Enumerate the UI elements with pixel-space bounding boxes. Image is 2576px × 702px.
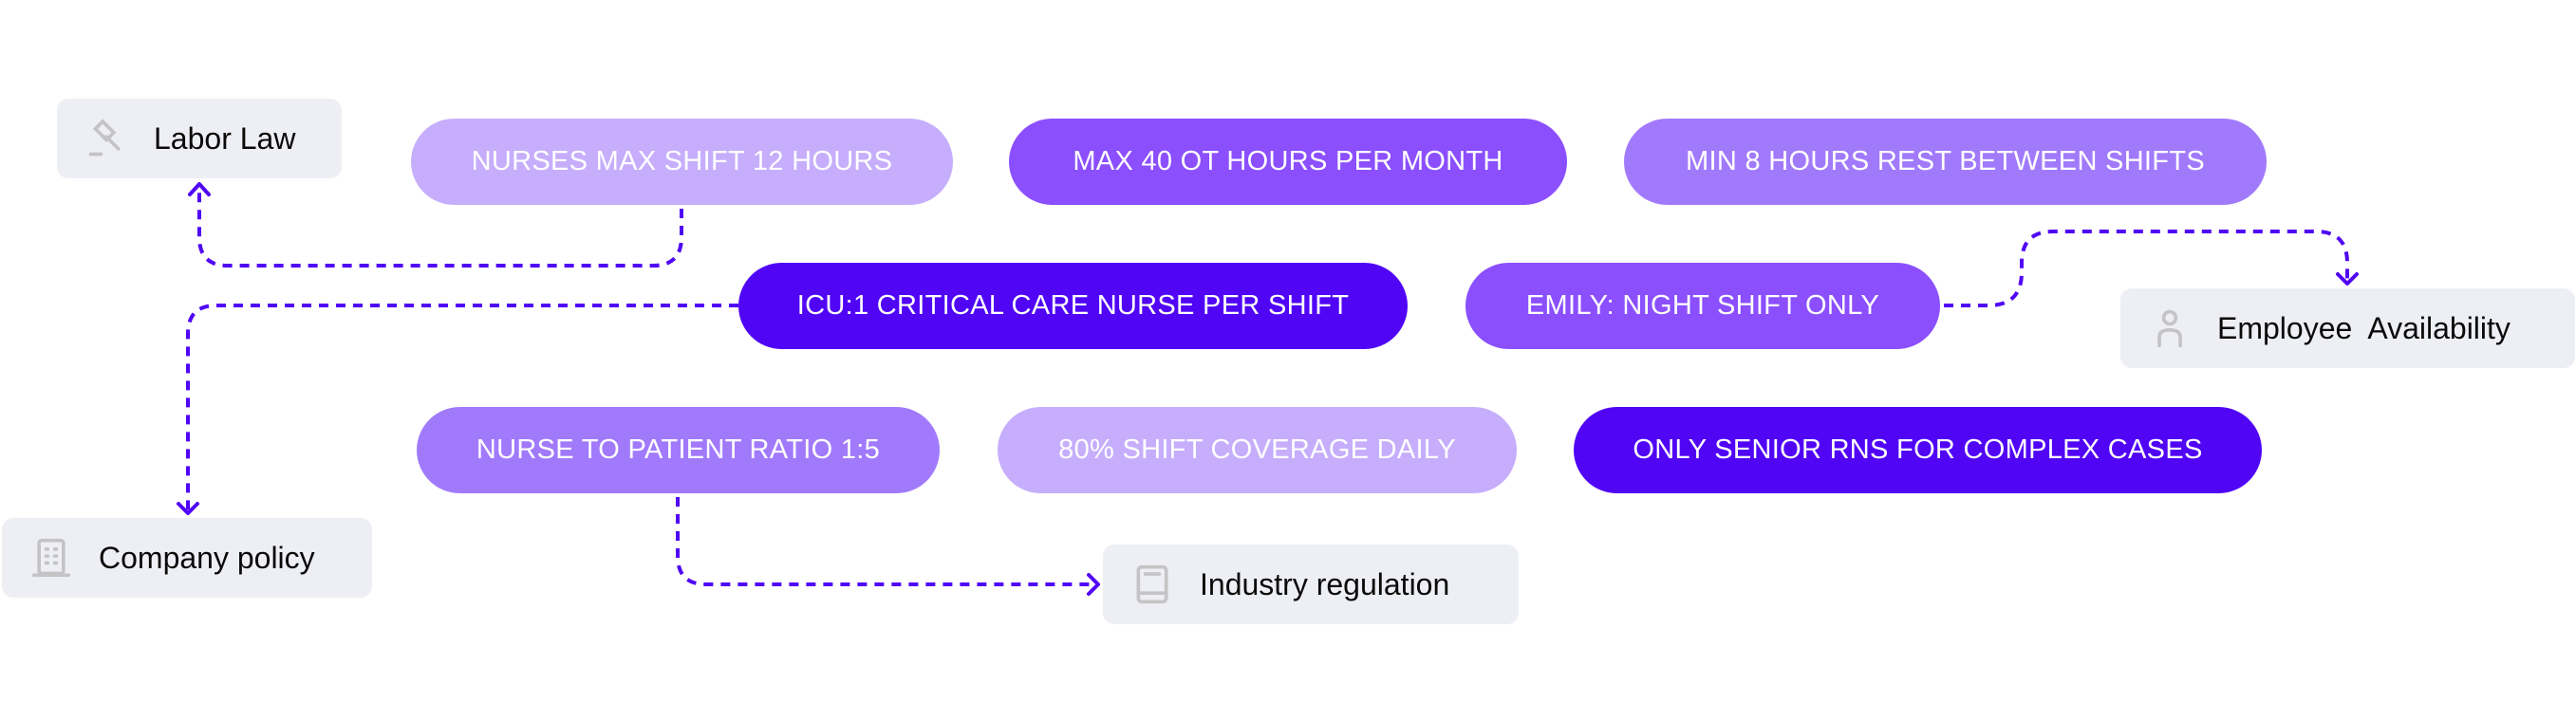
source-employee-availability[interactable]: Employee Availability <box>2120 288 2575 368</box>
constraint-label: NURSES MAX SHIFT 12 HOURS <box>471 146 893 176</box>
source-label: Industry regulation <box>1200 566 1450 601</box>
source-label: Employee Availability <box>2217 310 2511 345</box>
constraint-nurse-patient-ratio[interactable]: NURSE TO PATIENT RATIO 1:5 <box>417 407 940 493</box>
source-label: Labor Law <box>154 120 296 156</box>
source-industry-regulation[interactable]: Industry regulation <box>1103 545 1519 624</box>
constraint-nurses-max-shift[interactable]: NURSES MAX SHIFT 12 HOURS <box>411 119 953 205</box>
gavel-icon <box>85 118 127 159</box>
constraint-label: ICU:1 CRITICAL CARE NURSE PER SHIFT <box>796 290 1350 321</box>
building-icon <box>30 537 72 579</box>
constraint-senior-rns[interactable]: ONLY SENIOR RNS FOR COMPLEX CASES <box>1574 407 2262 493</box>
constraint-emily-night-shift[interactable]: EMILY: NIGHT SHIFT ONLY <box>1465 263 1940 349</box>
source-labor-law[interactable]: Labor Law <box>57 99 342 178</box>
constraint-icu-critical-care[interactable]: ICU:1 CRITICAL CARE NURSE PER SHIFT <box>738 263 1408 349</box>
constraint-label: EMILY: NIGHT SHIFT ONLY <box>1525 290 1880 321</box>
constraint-shift-coverage[interactable]: 80% SHIFT COVERAGE DAILY <box>998 407 1517 493</box>
constraint-min-rest[interactable]: MIN 8 HOURS REST BETWEEN SHIFTS <box>1624 119 2267 205</box>
constraint-label: MIN 8 HOURS REST BETWEEN SHIFTS <box>1686 146 2205 176</box>
source-label: Company policy <box>99 540 315 575</box>
person-icon <box>2149 307 2191 349</box>
source-company-policy[interactable]: Company policy <box>2 518 372 598</box>
constraint-label: 80% SHIFT COVERAGE DAILY <box>1058 434 1456 465</box>
book-icon <box>1131 563 1173 605</box>
constraint-label: ONLY SENIOR RNS FOR COMPLEX CASES <box>1633 434 2203 465</box>
constraint-label: MAX 40 OT HOURS PER MONTH <box>1073 146 1503 176</box>
constraint-max-ot-hours[interactable]: MAX 40 OT HOURS PER MONTH <box>1009 119 1567 205</box>
arrowhead-industry-regulation <box>1087 573 1100 596</box>
connector-nurse-ratio-to-industry-regulation <box>676 497 1093 586</box>
constraint-label: NURSE TO PATIENT RATIO 1:5 <box>476 434 881 465</box>
